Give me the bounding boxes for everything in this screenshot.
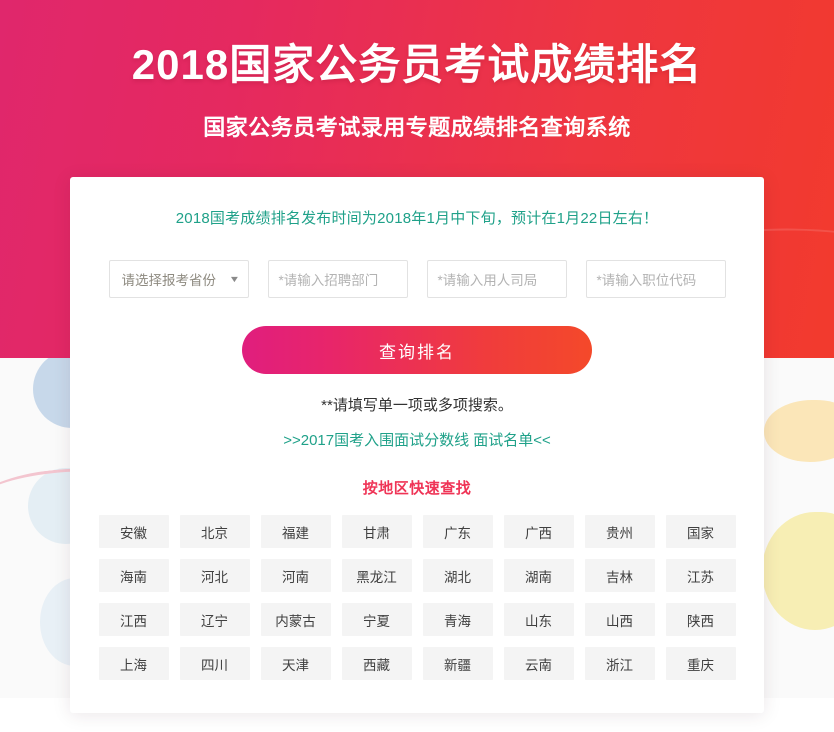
region-tile[interactable]: 贵州	[584, 515, 655, 548]
region-tile[interactable]: 上海	[98, 647, 169, 680]
region-tile[interactable]: 青海	[422, 603, 493, 636]
page-title: 2018国家公务员考试成绩排名	[131, 41, 703, 88]
region-tile[interactable]: 海南	[98, 559, 169, 592]
region-tile[interactable]: 吉林	[584, 559, 655, 592]
region-tile[interactable]: 河南	[260, 559, 331, 592]
region-grid: 安徽 北京 福建 甘肃 广东 广西 贵州 国家海南 河北 河南 黑龙江 湖北 湖南 吉林 江苏江西 辽宁 内蒙古…	[97, 515, 737, 680]
search-form: 请选择报考省份 ▼ *请输入招聘部门 *请输入用人司局 *请输入职位代码	[70, 260, 764, 298]
region-tile[interactable]: 陕西	[665, 603, 736, 636]
region-tile[interactable]: 四川	[179, 647, 250, 680]
bureau-input[interactable]: *请输入用人司局	[426, 260, 567, 298]
region-tile[interactable]: 新疆	[422, 647, 493, 680]
region-tile[interactable]: 安徽	[98, 515, 169, 548]
region-tile[interactable]: 湖北	[422, 559, 493, 592]
province-select[interactable]: 请选择报考省份 ▼	[108, 260, 249, 298]
region-tile[interactable]: 山西	[584, 603, 655, 636]
region-tile[interactable]: 山东	[503, 603, 574, 636]
region-tile[interactable]: 福建	[260, 515, 331, 548]
region-tile[interactable]: 江苏	[665, 559, 736, 592]
form-hint: **请填写单一项或多项搜索。	[321, 397, 513, 414]
region-tile[interactable]: 浙江	[584, 647, 655, 680]
department-input-placeholder: *请输入招聘部门	[278, 273, 379, 288]
region-tile[interactable]: 西藏	[341, 647, 412, 680]
region-tile[interactable]: 北京	[179, 515, 250, 548]
search-ranking-button[interactable]: 查询排名	[242, 326, 592, 374]
region-tile[interactable]: 辽宁	[179, 603, 250, 636]
announcement-notice: 2018国考成绩排名发布时间为2018年1月中下旬，预计在1月22日左右！	[175, 210, 659, 227]
bureau-input-placeholder: *请输入用人司局	[437, 273, 538, 288]
region-tile[interactable]: 广东	[422, 515, 493, 548]
region-tile[interactable]: 国家	[665, 515, 736, 548]
region-tile[interactable]: 内蒙古	[260, 603, 331, 636]
department-input[interactable]: *请输入招聘部门	[267, 260, 408, 298]
region-tile[interactable]: 黑龙江	[341, 559, 412, 592]
region-tile[interactable]: 甘肃	[341, 515, 412, 548]
region-tile[interactable]: 宁夏	[341, 603, 412, 636]
region-tile[interactable]: 天津	[260, 647, 331, 680]
job-code-input-placeholder: *请输入职位代码	[596, 273, 697, 288]
job-code-input[interactable]: *请输入职位代码	[585, 260, 726, 298]
region-tile[interactable]: 云南	[503, 647, 574, 680]
page-subtitle: 国家公务员考试录用专题成绩排名查询系统	[203, 115, 631, 140]
region-section-heading: 按地区快速查找	[362, 480, 472, 497]
chevron-down-icon: ▼	[228, 274, 240, 284]
interview-score-link[interactable]: >>2017国考入围面试分数线 面试名单<<	[283, 432, 551, 449]
region-tile[interactable]: 河北	[179, 559, 250, 592]
region-tile[interactable]: 江西	[98, 603, 169, 636]
search-card: 2018国考成绩排名发布时间为2018年1月中下旬，预计在1月22日左右！ 请选…	[70, 177, 764, 713]
province-select-value: 请选择报考省份	[121, 273, 217, 288]
region-tile[interactable]: 重庆	[665, 647, 736, 680]
submit-row: 查询排名	[70, 326, 764, 374]
sub-link-row: >>2017国考入围面试分数线 面试名单<<	[70, 429, 764, 450]
region-tile[interactable]: 湖南	[503, 559, 574, 592]
region-tile[interactable]: 广西	[503, 515, 574, 548]
